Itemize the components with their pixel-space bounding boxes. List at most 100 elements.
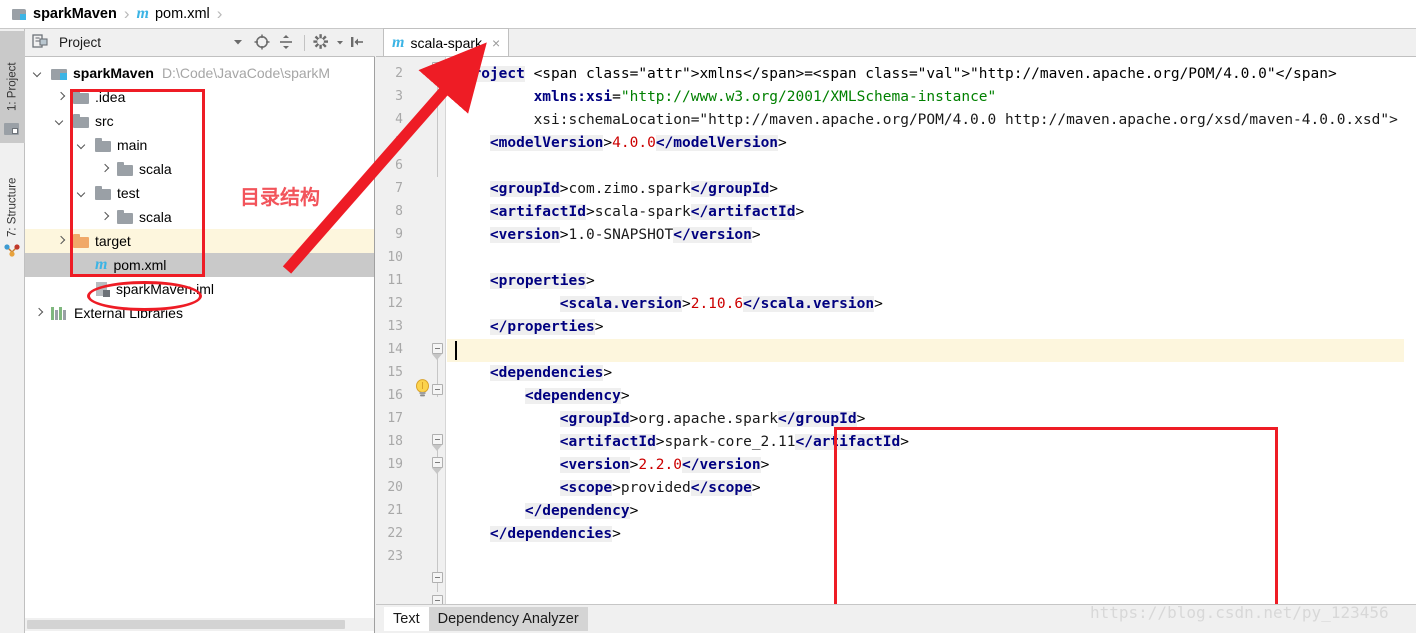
code-line-18: <artifactId>spark-core_2.11</artifactId> [559, 434, 909, 450]
tree-node-src[interactable]: src [25, 109, 374, 133]
scrollbar-thumb[interactable] [27, 620, 345, 629]
project-toolbar-actions [228, 32, 375, 54]
collapse-all-icon[interactable] [276, 32, 298, 54]
sidebar-label-structure: 7: Structure [6, 177, 19, 237]
chevron-right-icon[interactable] [55, 235, 67, 247]
breadcrumb-label-file: pom.xml [154, 6, 210, 22]
folder-orange-icon [73, 234, 90, 248]
chevron-right-icon[interactable] [33, 307, 45, 319]
line-number-7: 7 [395, 181, 403, 196]
annotation-directory-structure: 目录结构 [240, 185, 320, 209]
editor-tab-label: scala-spark [410, 34, 483, 51]
hide-panel-icon[interactable] [347, 32, 369, 54]
tree-node-test[interactable]: test [25, 181, 374, 205]
code-line-5: <modelVersion>4.0.0</modelVersion> [489, 135, 787, 151]
code-text[interactable]: <project <span class="attr">xmlns</span>… [447, 57, 1416, 606]
breadcrumb-separator-1: › [123, 4, 130, 23]
tree-node-scala[interactable]: scala [25, 205, 374, 229]
code-line-8: <artifactId>scala-spark</artifactId> [489, 204, 805, 220]
code-line-3: xmlns:xsi="http://www.w3.org/2001/XMLSch… [533, 89, 997, 105]
text-caret [455, 341, 457, 360]
fold-cap-properties [432, 354, 443, 360]
project-panel-hscrollbar[interactable] [25, 618, 374, 631]
sidebar-label-project: 1: Project [6, 62, 19, 112]
fold-marker-dependency-open[interactable] [432, 457, 443, 468]
tree-node-label: target [95, 233, 131, 249]
chevron-down-icon[interactable] [33, 67, 45, 79]
editor-tab-scala-spark[interactable]: m scala-spark × [383, 28, 510, 56]
left-tool-strip: 1: Project 7: Structure [0, 29, 25, 633]
tree-node-label: .idea [95, 89, 126, 105]
line-number-11: 11 [387, 273, 403, 288]
tree-node-label: scala [139, 209, 172, 225]
line-number-12: 12 [387, 296, 403, 311]
line-number-3: 3 [395, 89, 403, 104]
tab-dependency-analyzer[interactable]: Dependency Analyzer [428, 607, 588, 631]
fold-marker-dependency-close[interactable] [432, 572, 443, 583]
fold-cap-dependencies [432, 445, 443, 451]
maven-m-icon: m [392, 33, 405, 51]
tree-node-scala[interactable]: scala [25, 157, 374, 181]
line-number-22: 22 [387, 526, 403, 541]
tree-node-label: pom.xml [113, 257, 167, 273]
intention-bulb-icon[interactable] [414, 379, 431, 398]
code-line-20: <scope>provided</scope> [559, 480, 761, 496]
fold-region-line-project [437, 69, 438, 177]
code-line-4: xsi:schemaLocation="http://maven.apache.… [455, 112, 1398, 128]
project-tool-window: Project sparkMaven D:\Code\JavaCode\spar… [25, 29, 375, 633]
fold-marker-properties-open[interactable] [432, 343, 443, 354]
code-line-2: <project <span class="attr">xmlns</span>… [455, 66, 1337, 82]
code-line-15: <dependencies> [489, 365, 613, 381]
folder-icon [73, 114, 90, 128]
code-line-11: <properties> [489, 273, 595, 289]
project-toolbar: Project [25, 29, 375, 57]
watermark: https://blog.csdn.net/py_123456 [1090, 603, 1389, 622]
tree-node-pom-xml[interactable]: m pom.xml [25, 253, 374, 277]
tree-node-target[interactable]: target [25, 229, 374, 253]
line-number-9: 9 [395, 227, 403, 242]
folder-icon [95, 186, 112, 200]
line-number-21: 21 [387, 503, 403, 518]
tree-node-sparkmaven-iml[interactable]: sparkMaven.iml [25, 277, 374, 301]
maven-m-icon: m [95, 256, 108, 273]
code-editor[interactable]: 2 3 4 5 6 7 8 9 10 11 12 13 14 15 16 17 18 19 20 21 22 23 <pr… [376, 57, 1416, 606]
line-number-2: 2 [395, 66, 403, 81]
code-line-13: </properties> [489, 319, 604, 335]
iml-file-icon [95, 281, 111, 297]
folder-icon [73, 90, 90, 104]
gear-dropdown-chevron-icon[interactable] [335, 32, 345, 54]
line-number-15: 15 [387, 365, 403, 380]
tree-node-label: sparkMaven [73, 65, 154, 81]
tab-text[interactable]: Text [384, 607, 429, 631]
chevron-down-icon[interactable] [55, 115, 67, 127]
breadcrumb-item-file[interactable]: m pom.xml [137, 0, 210, 28]
tree-node-label: External Libraries [74, 305, 183, 321]
line-number-16: 16 [387, 388, 403, 403]
close-icon[interactable]: × [492, 35, 500, 51]
fold-marker-properties-close[interactable] [432, 384, 443, 395]
tree-node-sparkmaven[interactable]: sparkMaven D:\Code\JavaCode\sparkM [25, 61, 374, 85]
fold-marker-project[interactable] [432, 62, 443, 73]
breadcrumb-item-project[interactable]: sparkMaven [12, 0, 117, 28]
tree-node-external-libraries[interactable]: External Libraries [25, 301, 374, 325]
chevron-down-icon[interactable] [77, 139, 89, 151]
tree-node-label: main [117, 137, 148, 153]
structure-icon [4, 243, 20, 259]
chevron-right-icon[interactable] [99, 163, 111, 175]
code-line-9: <version>1.0-SNAPSHOT</version> [489, 227, 761, 243]
fold-marker-dependencies-open[interactable] [432, 434, 443, 445]
tree-node-main[interactable]: main [25, 133, 374, 157]
editor-gutter[interactable]: 2 3 4 5 6 7 8 9 10 11 12 13 14 15 16 17 18 19 20 21 22 23 [376, 57, 446, 606]
chevron-down-icon[interactable] [77, 187, 89, 199]
line-number-18: 18 [387, 434, 403, 449]
settings-gear-icon[interactable] [311, 32, 333, 54]
chevron-right-icon[interactable] [55, 91, 67, 103]
project-tree[interactable]: sparkMaven D:\Code\JavaCode\sparkM .idea sr… [25, 57, 374, 615]
editor-tab-bar: m scala-spark × [376, 28, 1416, 57]
tree-node--idea[interactable]: .idea [25, 85, 374, 109]
project-view-icon [31, 32, 53, 54]
locate-target-icon[interactable] [252, 32, 274, 54]
chevron-right-icon[interactable] [99, 211, 111, 223]
chevron-down-icon[interactable] [228, 32, 250, 54]
